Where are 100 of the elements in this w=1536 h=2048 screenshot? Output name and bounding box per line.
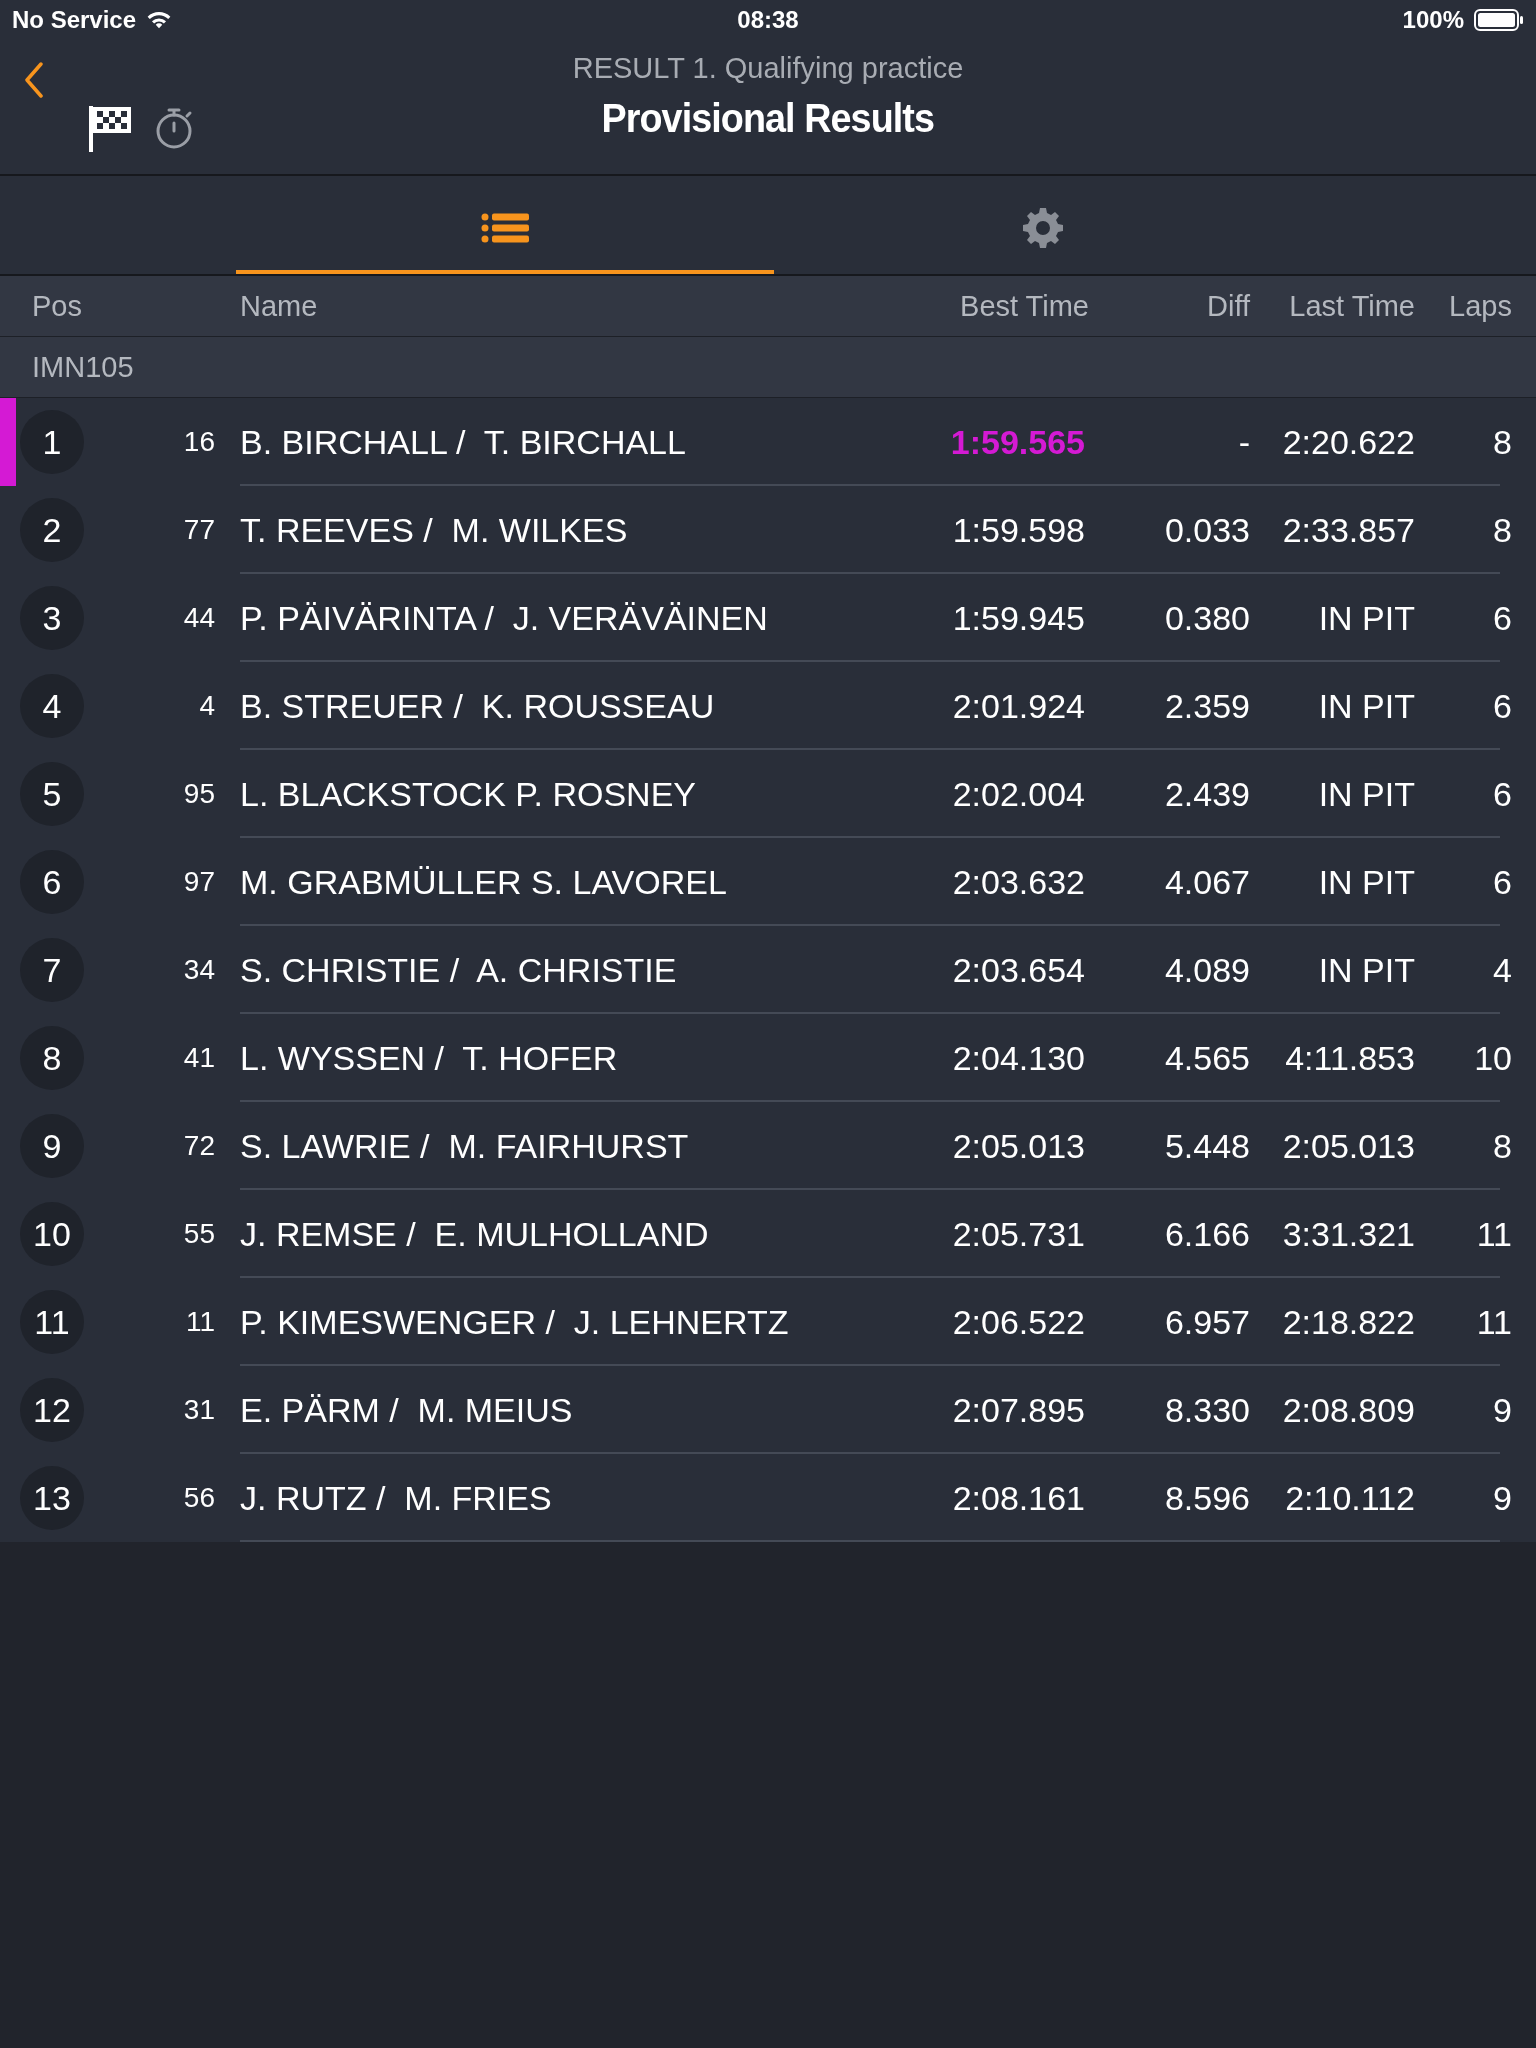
last-time: 2:08.809 — [1281, 1390, 1415, 1430]
position-badge: 1 — [20, 410, 84, 474]
car-number: 72 — [182, 1130, 215, 1162]
last-time: 4:11.853 — [1284, 1038, 1415, 1078]
last-time: 2:18.822 — [1281, 1302, 1415, 1342]
best-time: 2:05.013 — [951, 1126, 1085, 1166]
lap-count: 6 — [1492, 686, 1512, 726]
last-time: IN PIT — [1317, 950, 1415, 990]
position-badge: 6 — [20, 850, 84, 914]
last-time: 2:33.857 — [1281, 510, 1415, 550]
lap-count: 8 — [1492, 1126, 1512, 1166]
column-header[interactable]: Last Time — [1250, 289, 1415, 323]
diff-time: 2.439 — [1163, 774, 1250, 814]
last-time: IN PIT — [1317, 862, 1415, 902]
checkered-flag-icon[interactable] — [88, 104, 132, 152]
car-number: 11 — [184, 1306, 215, 1338]
diff-time: 6.166 — [1163, 1214, 1250, 1254]
column-header[interactable]: Pos — [20, 289, 215, 323]
best-time: 1:59.598 — [951, 510, 1085, 550]
diff-time: 8.330 — [1163, 1390, 1250, 1430]
diff-time: 4.565 — [1163, 1038, 1250, 1078]
driver-names: B. STREUER / K. ROUSSEAU — [239, 686, 716, 726]
car-number: 44 — [182, 602, 215, 634]
driver-names: P. PÄIVÄRINTA / J. VERÄVÄINEN — [239, 598, 769, 638]
battery-percent: 100% — [1402, 6, 1464, 34]
session-subtitle: RESULT 1. Qualifying practice — [572, 52, 964, 85]
column-header[interactable]: Name — [215, 289, 935, 323]
diff-time: - — [1237, 422, 1250, 462]
best-time: 1:59.565 — [949, 422, 1085, 462]
car-number: 95 — [182, 778, 215, 810]
position-badge: 4 — [20, 674, 84, 738]
diff-time: 6.957 — [1163, 1302, 1250, 1342]
car-number: 34 — [182, 954, 215, 986]
position-badge: 10 — [20, 1202, 84, 1266]
lap-count: 6 — [1492, 862, 1512, 902]
column-header[interactable]: Laps — [1415, 289, 1512, 323]
driver-names: S. CHRISTIE / A. CHRISTIE — [239, 950, 678, 990]
lap-count: 11 — [1475, 1302, 1512, 1342]
last-time: 3:31.321 — [1281, 1214, 1415, 1254]
page-title: Provisional Results — [601, 95, 935, 142]
column-header[interactable]: Best Time — [935, 289, 1089, 323]
driver-names: M. GRABMÜLLER S. LAVOREL — [239, 862, 728, 902]
carrier-text: No Service — [12, 6, 137, 34]
diff-time: 8.596 — [1163, 1478, 1250, 1518]
driver-names: S. LAWRIE / M. FAIRHURST — [239, 1126, 690, 1166]
car-number: 56 — [182, 1482, 215, 1514]
diff-time: 4.089 — [1163, 950, 1250, 990]
last-time: IN PIT — [1317, 686, 1415, 726]
position-badge: 8 — [20, 1026, 84, 1090]
driver-names: P. KIMESWENGER / J. LEHNERTZ — [239, 1302, 790, 1342]
lap-count: 8 — [1492, 510, 1512, 550]
best-time: 2:02.004 — [951, 774, 1085, 814]
last-time: 2:20.622 — [1281, 422, 1415, 462]
list-icon — [481, 213, 529, 243]
driver-names: L. BLACKSTOCK P. ROSNEY — [239, 774, 698, 814]
diff-time: 4.067 — [1163, 862, 1250, 902]
lap-count: 9 — [1492, 1478, 1512, 1518]
best-time: 2:03.632 — [951, 862, 1085, 902]
position-badge: 12 — [20, 1378, 84, 1442]
stopwatch-icon[interactable] — [154, 106, 194, 150]
best-time: 2:01.924 — [951, 686, 1085, 726]
lap-count: 4 — [1492, 950, 1512, 990]
battery-icon — [1474, 9, 1524, 31]
best-time: 2:05.731 — [951, 1214, 1085, 1254]
last-time: IN PIT — [1317, 774, 1415, 814]
car-number: 97 — [182, 866, 215, 898]
best-time: 1:59.945 — [951, 598, 1085, 638]
position-badge: 3 — [20, 586, 84, 650]
position-badge: 13 — [20, 1466, 84, 1530]
car-number: 41 — [182, 1042, 215, 1074]
car-number: 31 — [182, 1394, 215, 1426]
position-badge: 9 — [20, 1114, 84, 1178]
lap-count: 8 — [1492, 422, 1512, 462]
car-number: 77 — [182, 514, 215, 546]
lap-count: 11 — [1475, 1214, 1512, 1254]
car-number: 55 — [182, 1218, 215, 1250]
diff-time: 5.448 — [1163, 1126, 1250, 1166]
best-time: 2:08.161 — [951, 1478, 1085, 1518]
back-icon[interactable] — [24, 62, 44, 98]
driver-names: L. WYSSEN / T. HOFER — [239, 1038, 619, 1078]
driver-names: E. PÄRM / M. MEIUS — [239, 1390, 574, 1430]
settings-icon — [1021, 206, 1065, 250]
driver-names: J. RUTZ / M. FRIES — [239, 1478, 553, 1518]
driver-names: B. BIRCHALL / T. BIRCHALL — [239, 422, 687, 462]
clock-time: 08:38 — [736, 6, 800, 34]
best-time: 2:03.654 — [951, 950, 1085, 990]
best-time: 2:04.130 — [951, 1038, 1085, 1078]
lap-count: 9 — [1492, 1390, 1512, 1430]
diff-time: 0.380 — [1163, 598, 1250, 638]
best-time: 2:06.522 — [951, 1302, 1085, 1342]
wifi-icon — [146, 10, 173, 30]
driver-names: J. REMSE / E. MULHOLLAND — [239, 1214, 710, 1254]
last-time: 2:10.112 — [1284, 1478, 1415, 1518]
lap-count: 10 — [1473, 1038, 1512, 1078]
lap-count: 6 — [1492, 774, 1512, 814]
position-badge: 5 — [20, 762, 84, 826]
car-number: 16 — [182, 426, 215, 458]
diff-time: 0.033 — [1163, 510, 1250, 550]
position-badge: 7 — [20, 938, 84, 1002]
best-time: 2:07.895 — [951, 1390, 1085, 1430]
